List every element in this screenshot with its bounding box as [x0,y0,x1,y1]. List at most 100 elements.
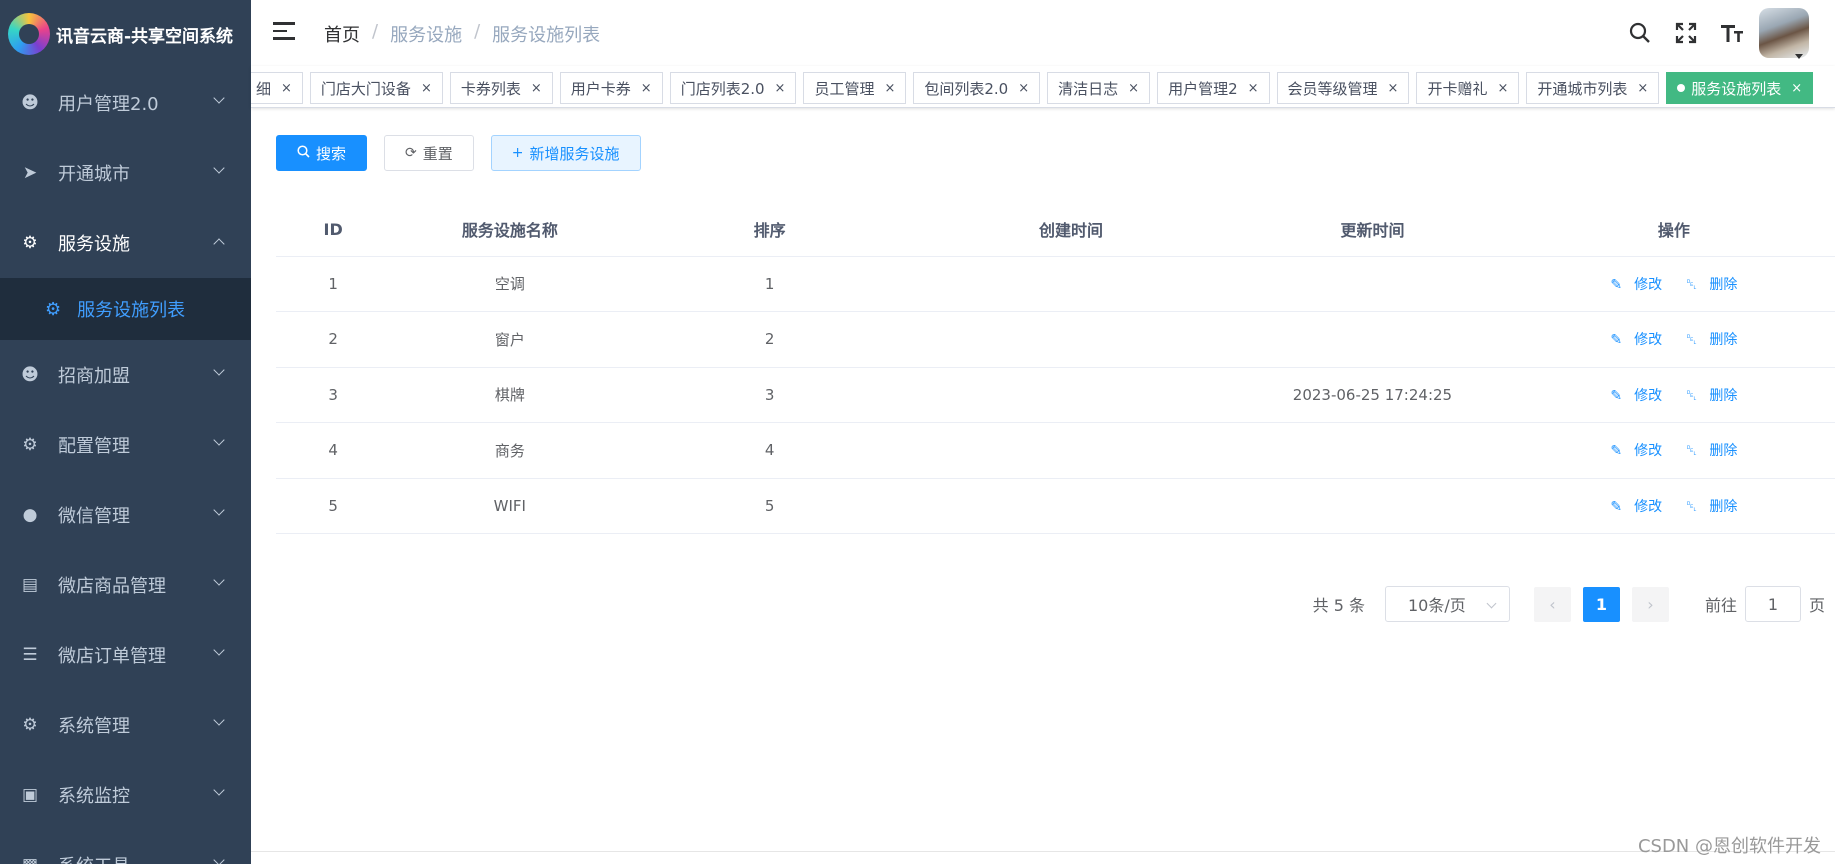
tag-item[interactable]: 服务设施列表 × [1666,72,1814,104]
close-icon[interactable]: × [1791,81,1802,96]
close-icon[interactable]: × [531,81,542,96]
search-icon [297,144,310,162]
table-row: 4 商务 4 ✎ 修改 ␡ 删除 [276,422,1835,479]
add-facility-button[interactable]: + 新增服务设施 [490,135,641,171]
sidebar-item-user-management[interactable]: ☻ 用户管理2.0 [0,68,251,138]
navbar: 首页 / 服务设施 / 服务设施列表 [251,0,1835,66]
chevron-up-icon [213,238,225,250]
chevron-down-icon [213,92,225,104]
sidebar-item-shop-products[interactable]: ▤ 微店商品管理 [0,550,251,620]
tag-label: 细 [256,79,272,98]
user-icon: ☻ [21,365,39,385]
sidebar-item-shop-orders[interactable]: ☰ 微店订单管理 [0,620,251,690]
fullscreen-icon[interactable] [1663,10,1709,56]
delete-label: 删除 [1709,332,1738,349]
sidebar-item-tools[interactable]: ▩ 系统工具 [0,830,251,864]
edit-link[interactable]: ✎ 修改 [1604,443,1668,459]
close-icon[interactable]: × [281,81,292,96]
breadcrumb-home[interactable]: 首页 [324,21,360,47]
sidebar-item-label: 系统工具 [58,852,130,864]
sidebar-item-service-facilities[interactable]: ⚙ 服务设施 [0,208,251,278]
next-page-button[interactable]: › [1631,586,1669,622]
sidebar-item-config[interactable]: ⚙ 配置管理 [0,410,251,480]
tags-list: 细 × 门店大门设备 × 卡券列表 × 用户卡券 × 门店列表2.0 × 员工管理 × 包间列表2.0 ×… [251,72,1820,104]
logo[interactable]: 讯音云商-共享空间系统 [0,0,251,68]
edit-link[interactable]: ✎ 修改 [1604,277,1668,293]
chevron-left-icon: ‹ [1549,594,1556,614]
sidebar-item-monitor[interactable]: ▣ 系统监控 [0,760,251,830]
cell-created [909,256,1233,312]
tag-item[interactable]: 门店列表2.0 × [669,72,797,104]
cell-id: 1 [276,256,391,312]
close-icon[interactable]: × [641,81,652,96]
tag-item[interactable]: 用户管理2 × [1157,72,1270,104]
close-icon[interactable]: × [1128,81,1139,96]
cell-name: 窗户 [390,311,630,368]
edit-link[interactable]: ✎ 修改 [1604,332,1668,348]
cell-sort: 1 [629,256,910,312]
tag-item[interactable]: 会员等级管理 × [1276,72,1410,104]
hamburger-icon[interactable] [273,22,295,42]
page-number-current[interactable]: 1 [1582,586,1620,622]
delete-link[interactable]: ␡ 删除 [1680,499,1743,515]
goto-page-input[interactable]: 1 [1744,586,1801,622]
delete-link[interactable]: ␡ 删除 [1680,277,1743,293]
close-icon[interactable]: × [1018,81,1029,96]
sidebar-item-open-city[interactable]: ➤ 开通城市 [0,138,251,208]
sidebar-item-franchise[interactable]: ☻ 招商加盟 [0,340,251,410]
edit-icon: ✎ [1610,498,1623,515]
breadcrumb: 首页 / 服务设施 / 服务设施列表 [324,21,600,47]
app-title: 讯音云商-共享空间系统 [56,26,234,47]
edit-label: 修改 [1634,443,1663,460]
tag-label: 清洁日志 [1058,79,1119,98]
cell-id: 3 [276,367,391,423]
tag-item[interactable]: 用户卡券 × [559,72,663,104]
table-row: 1 空调 1 ✎ 修改 ␡ 删除 [276,256,1835,312]
delete-label: 删除 [1709,443,1738,460]
search-button[interactable]: 搜索 [276,135,368,171]
tag-label: 开卡赠礼 [1427,79,1488,98]
font-size-icon[interactable] [1709,10,1755,56]
gear-icon: ⚙ [22,435,38,455]
cell-id: 2 [276,311,391,368]
sidebar-item-wechat[interactable]: ● 微信管理 [0,480,251,550]
search-icon[interactable] [1617,10,1663,56]
close-icon[interactable]: × [1637,81,1648,96]
delete-link[interactable]: ␡ 删除 [1680,443,1743,459]
sidebar-item-label: 服务设施 [58,234,130,255]
reset-button[interactable]: ⟳ 重置 [384,135,474,171]
tags-view: 细 × 门店大门设备 × 卡券列表 × 用户卡券 × 门店列表2.0 × 员工管理 × 包间列表2.0 ×… [251,66,1835,108]
close-icon[interactable]: × [1388,81,1399,96]
sidebar-item-label: 配置管理 [58,436,130,457]
close-icon[interactable]: × [775,81,786,96]
tag-item[interactable]: 包间列表2.0 × [913,72,1041,104]
delete-link[interactable]: ␡ 删除 [1680,388,1743,404]
sidebar-subitem-facility-list[interactable]: ⚙ 服务设施列表 [0,278,251,340]
chevron-down-icon [213,162,225,174]
close-icon[interactable]: × [884,81,895,96]
cell-updated [1232,478,1513,534]
delete-link[interactable]: ␡ 删除 [1680,332,1743,348]
prev-page-button[interactable]: ‹ [1533,586,1571,622]
tag-item[interactable]: 细 × [251,72,303,104]
page-size-select[interactable]: 10条/页 [1384,586,1510,622]
column-header-created: 创建时间 [909,203,1233,257]
cell-updated [1232,256,1513,312]
close-icon[interactable]: × [421,81,432,96]
edit-link[interactable]: ✎ 修改 [1604,499,1668,515]
tag-item[interactable]: 清洁日志 × [1047,72,1151,104]
tag-item[interactable]: 门店大门设备 × [309,72,443,104]
tag-item[interactable]: 员工管理 × [803,72,907,104]
cell-updated: 2023-06-25 17:24:25 [1232,367,1513,423]
tag-label: 包间列表2.0 [924,79,1009,98]
edit-link[interactable]: ✎ 修改 [1604,388,1668,404]
tag-item[interactable]: 开卡赠礼 × [1416,72,1520,104]
close-icon[interactable]: × [1248,81,1259,96]
sidebar-item-system[interactable]: ⚙ 系统管理 [0,690,251,760]
delete-label: 删除 [1709,276,1738,293]
close-icon[interactable]: × [1497,81,1508,96]
avatar[interactable] [1759,8,1809,59]
tag-item[interactable]: 开通城市列表 × [1526,72,1660,104]
tag-item[interactable]: 卡券列表 × [449,72,553,104]
sidebar-item-label: 系统管理 [58,716,130,737]
